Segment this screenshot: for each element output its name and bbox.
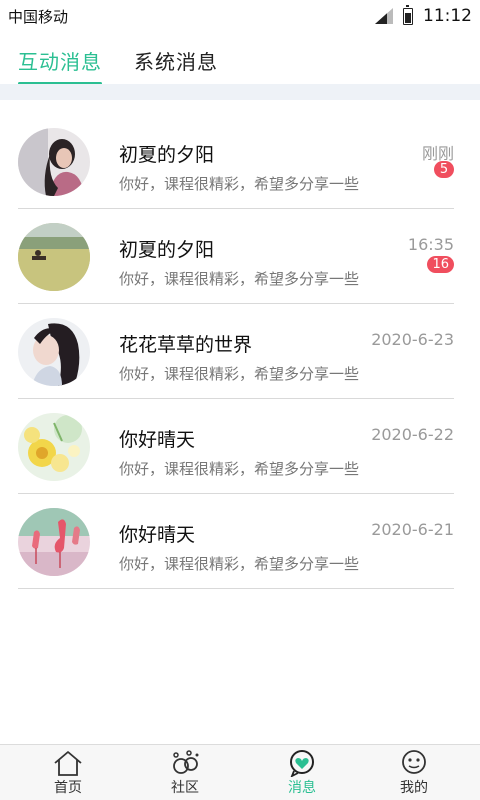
profile-icon [402,750,426,774]
message-time: 16:35 [407,235,454,254]
message-preview: 你好，课程很精彩，希望多分享一些 [119,365,360,383]
sender-name: 花花草草的世界 [119,334,253,356]
message-icon [290,750,314,777]
message-preview: 你好，课程很精彩，希望多分享一些 [119,555,360,573]
message-list: 初夏的夕阳 你好，课程很精彩，希望多分享一些 刚刚 5 初夏的夕阳 你好，课程很… [0,114,480,589]
nav-label: 消息 [288,780,316,796]
avatar[interactable] [18,413,90,481]
message-preview: 你好，课程很精彩，希望多分享一些 [119,460,360,478]
tab-interactive-messages[interactable]: 互动消息 [18,46,102,85]
carrier-name: 中国移动 [8,8,69,26]
clock: 11:12 [423,6,472,26]
sender-name: 你好晴天 [119,524,196,546]
message-time: 2020-6-23 [371,330,454,349]
message-item[interactable]: 初夏的夕阳 你好，课程很精彩，希望多分享一些 16:35 16 [18,209,454,304]
avatar[interactable] [18,508,90,576]
message-item[interactable]: 初夏的夕阳 你好，课程很精彩，希望多分享一些 刚刚 5 [18,114,454,209]
sender-name: 初夏的夕阳 [119,144,215,166]
nav-home[interactable]: 首页 [8,745,128,800]
message-time: 2020-6-22 [371,425,454,444]
message-tabs: 互动消息 系统消息 [0,32,480,85]
status-icons: 11:12 [375,4,472,28]
signal-icon [375,8,393,24]
nav-label: 社区 [171,780,199,796]
avatar[interactable] [18,128,90,196]
unread-badge: 16 [427,256,454,273]
section-divider [0,84,480,100]
message-time: 2020-6-21 [371,520,454,539]
message-preview: 你好，课程很精彩，希望多分享一些 [119,270,360,288]
message-item[interactable]: 你好晴天 你好，课程很精彩，希望多分享一些 2020-6-21 [18,494,454,589]
nav-profile[interactable]: 我的 [354,745,474,800]
battery-icon [403,4,413,25]
avatar[interactable] [18,223,90,291]
community-icon [173,750,199,774]
avatar[interactable] [18,318,90,386]
message-item[interactable]: 你好晴天 你好，课程很精彩，希望多分享一些 2020-6-22 [18,399,454,494]
nav-community[interactable]: 社区 [125,745,245,800]
home-icon [54,751,82,776]
tab-system-messages[interactable]: 系统消息 [134,46,218,75]
sender-name: 你好晴天 [119,429,196,451]
unread-badge: 5 [434,161,454,178]
status-bar: 中国移动 11:12 [0,0,480,32]
message-preview: 你好，课程很精彩，希望多分享一些 [119,175,360,193]
bottom-nav: 首页 社区 消息 我的 [0,744,480,800]
nav-messages[interactable]: 消息 [242,745,362,800]
nav-label: 首页 [54,780,82,796]
message-time: 刚刚 [421,144,454,163]
sender-name: 初夏的夕阳 [119,239,215,261]
nav-label: 我的 [400,780,428,796]
message-item[interactable]: 花花草草的世界 你好，课程很精彩，希望多分享一些 2020-6-23 [18,304,454,399]
